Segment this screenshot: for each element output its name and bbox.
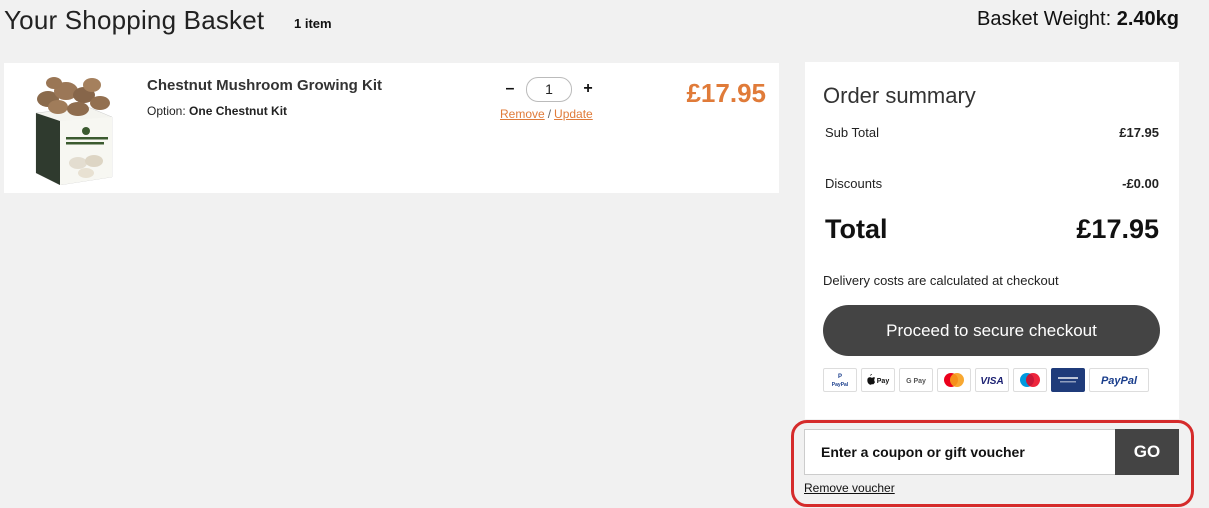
checkout-button[interactable]: Proceed to secure checkout	[823, 305, 1160, 356]
maestro-icon	[1013, 368, 1047, 392]
item-count: 1 item	[294, 16, 332, 31]
summary-title: Order summary	[823, 83, 976, 108]
apply-coupon-button[interactable]: GO	[1115, 429, 1179, 475]
product-name[interactable]: Chestnut Mushroom Growing Kit	[147, 77, 382, 94]
discounts-label: Discounts	[825, 176, 883, 191]
remove-voucher-link[interactable]: Remove voucher	[804, 481, 895, 495]
paypal-icon-label: PayPal	[832, 382, 849, 388]
basket-weight-value: 2.40kg	[1116, 8, 1179, 30]
subtotal-label: Sub Total	[825, 125, 879, 140]
quantity-stepper: – +	[501, 76, 597, 102]
google-pay-label: G Pay	[906, 378, 926, 385]
mastercard-icon	[937, 368, 971, 392]
total-label: Total	[825, 214, 888, 244]
delivery-note: Delivery costs are calculated at checkou…	[823, 273, 1059, 288]
decrement-button[interactable]: –	[501, 80, 519, 98]
page-title: Your Shopping Basket	[4, 5, 265, 35]
increment-button[interactable]: +	[579, 80, 597, 98]
product-option-value: One Chestnut Kit	[189, 104, 288, 118]
quantity-input[interactable]	[526, 76, 572, 102]
google-pay-icon: G Pay	[899, 368, 933, 392]
remove-link[interactable]: Remove	[500, 107, 545, 121]
subtotal-value: £17.95	[1119, 125, 1159, 140]
product-option-label: Option:	[147, 104, 186, 118]
total-row: Total £17.95	[825, 214, 1159, 245]
subtotal-row: Sub Total £17.95	[825, 125, 1159, 140]
coupon-input[interactable]	[804, 429, 1116, 475]
update-link[interactable]: Update	[554, 107, 593, 121]
payment-methods: P PayPal Pay G Pay VISA PayPal	[823, 368, 1149, 392]
total-value: £17.95	[1076, 214, 1159, 244]
product-image[interactable]	[26, 73, 118, 185]
apple-pay-label: Pay	[877, 378, 890, 385]
visa-icon: VISA	[975, 368, 1009, 392]
product-price: £17.95	[686, 78, 766, 108]
visa-label: VISA	[980, 376, 1003, 387]
basket-item: Chestnut Mushroom Growing Kit Option: On…	[4, 63, 779, 193]
svg-text:P: P	[838, 374, 842, 380]
paypal-icon: P PayPal	[823, 368, 857, 392]
item-actions: Remove / Update	[500, 107, 593, 121]
amex-icon	[1051, 368, 1085, 392]
product-option: Option: One Chestnut Kit	[147, 104, 287, 118]
basket-weight-label: Basket Weight:	[977, 8, 1112, 30]
order-summary: Order summary Sub Total £17.95 Discounts…	[805, 62, 1179, 419]
discounts-row: Discounts -£0.00	[825, 176, 1159, 191]
paypal-wordmark-label: PayPal	[1101, 375, 1138, 387]
paypal-wordmark-icon: PayPal	[1089, 368, 1149, 392]
basket-weight: Basket Weight: 2.40kg	[977, 8, 1179, 31]
separator: /	[547, 107, 552, 121]
apple-pay-icon: Pay	[861, 368, 895, 392]
discounts-value: -£0.00	[1122, 176, 1159, 191]
